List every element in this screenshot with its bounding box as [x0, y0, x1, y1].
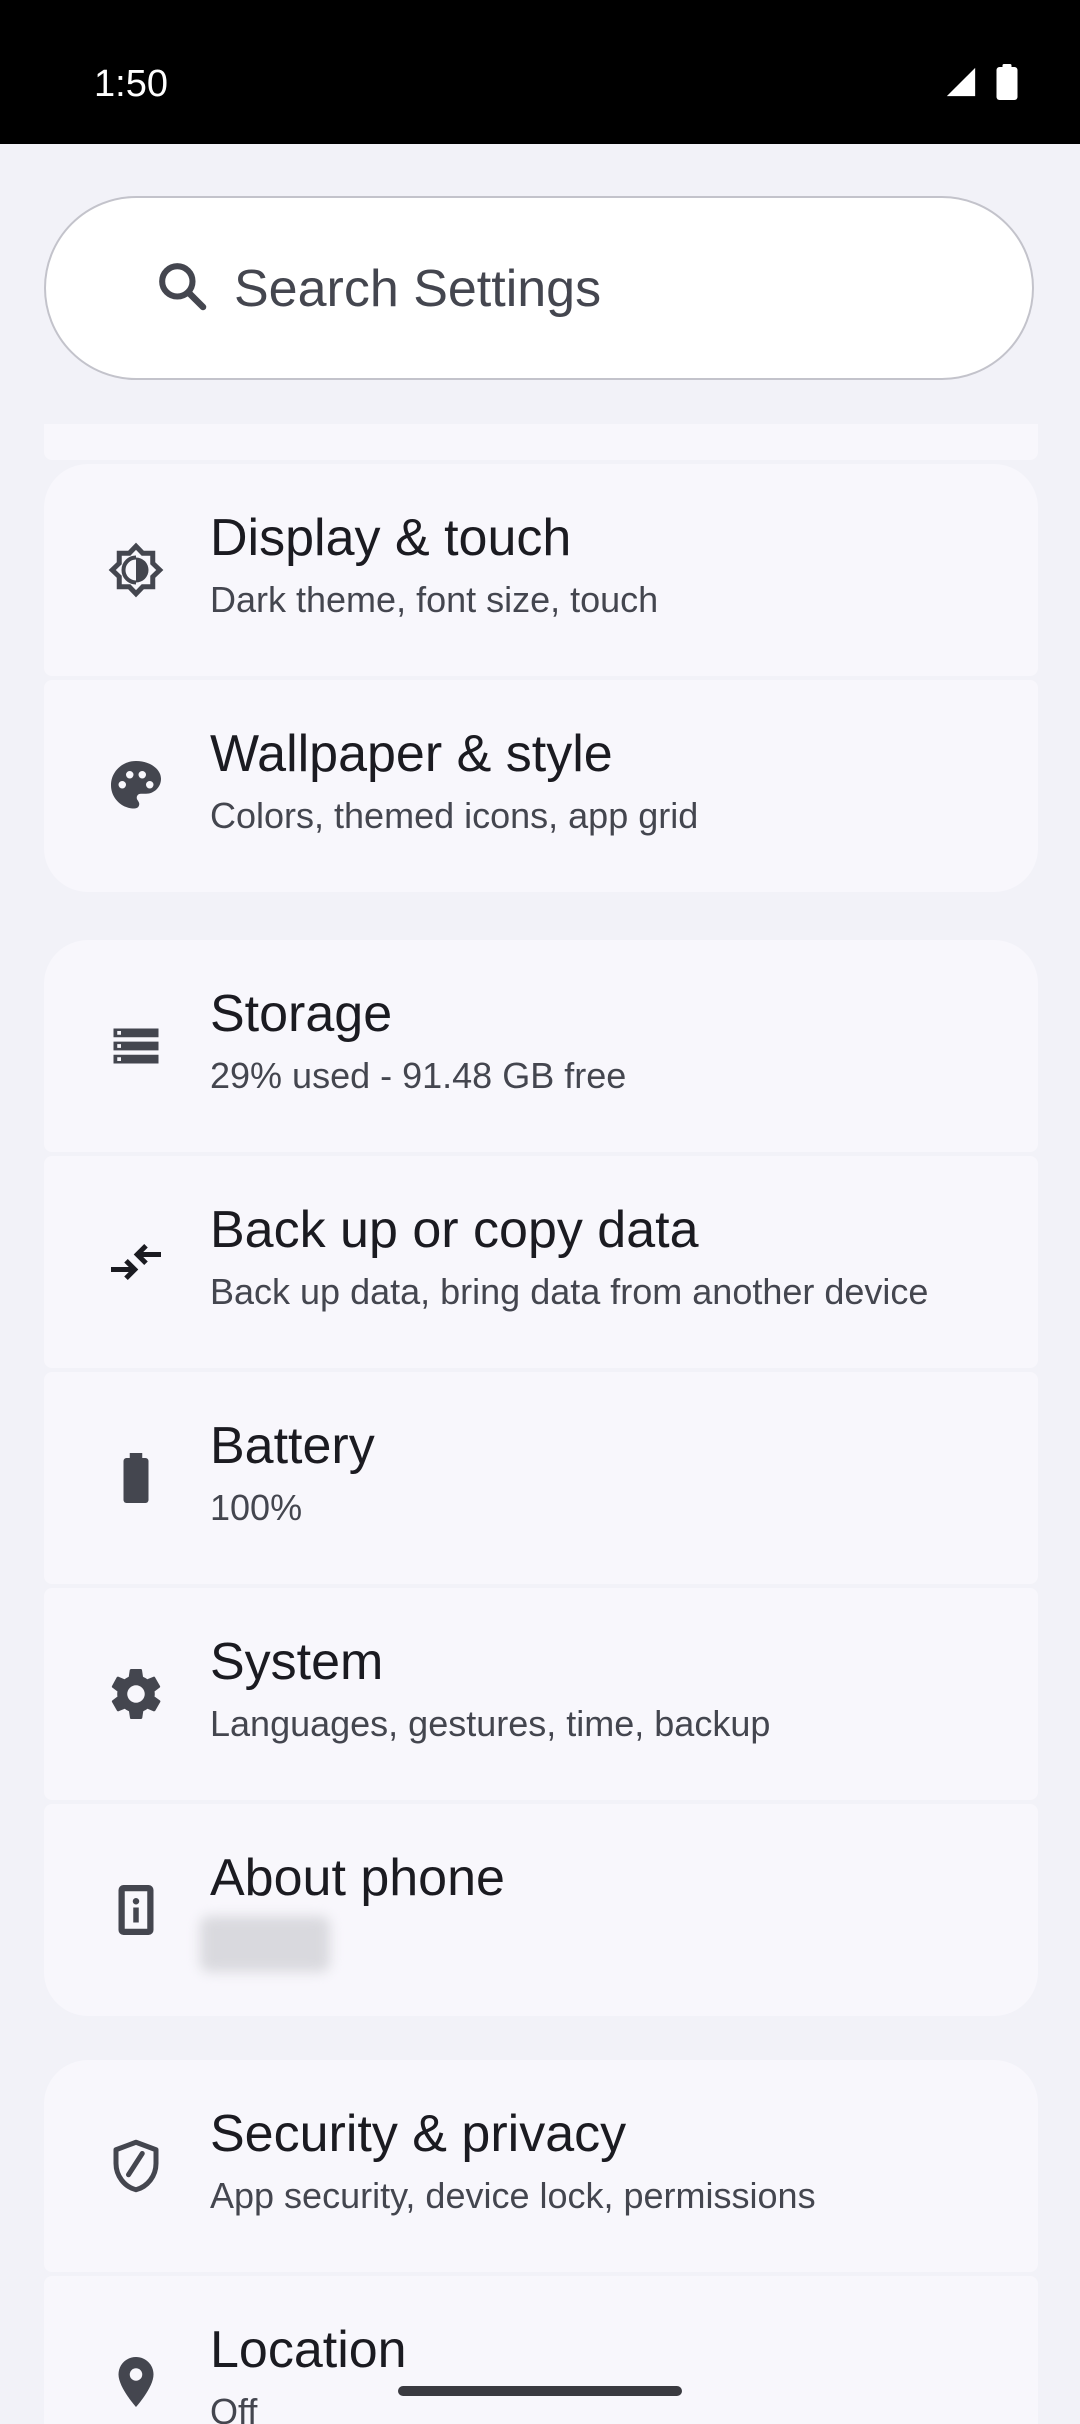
settings-item-title: Back up or copy data — [210, 1201, 699, 1259]
settings-item-title: Battery — [210, 1417, 375, 1475]
settings-item-title: System — [210, 1633, 384, 1691]
settings-item-display-touch[interactable]: Display & touch Dark theme, font size, t… — [44, 464, 1038, 676]
settings-item-subtitle: Languages, gestures, time, backup — [210, 1703, 771, 1744]
settings-list[interactable]: Display & touch Dark theme, font size, t… — [0, 424, 1080, 2424]
palette-icon — [111, 761, 161, 809]
search-bar[interactable]: Search Settings — [44, 196, 1034, 380]
settings-item-title: Display & touch — [210, 509, 572, 567]
settings-item-system[interactable]: System Languages, gestures, time, backup — [44, 1588, 1038, 1800]
settings-item-subtitle: 100% — [210, 1487, 303, 1528]
settings-item-subtitle: Colors, themed icons, app grid — [210, 795, 699, 836]
status-bar: 1:50 — [0, 0, 1080, 144]
shield-icon — [113, 2139, 159, 2193]
home-indicator[interactable] — [398, 2386, 682, 2396]
settings-item-title: Security & privacy — [210, 2105, 627, 2163]
settings-item-wallpaper-style[interactable]: Wallpaper & style Colors, themed icons, … — [44, 680, 1038, 892]
battery-icon — [123, 1453, 149, 1503]
settings-item-subtitle: App security, device lock, permissions — [210, 2175, 816, 2216]
settings-item-storage[interactable]: Storage 29% used - 91.48 GB free — [44, 940, 1038, 1152]
settings-item-title: Location — [210, 2321, 407, 2379]
settings-item-about-phone[interactable]: About phone — [44, 1804, 1038, 2016]
settings-item-battery[interactable]: Battery 100% — [44, 1372, 1038, 1584]
blurred-device-name — [200, 1916, 330, 1972]
settings-item-title: About phone — [210, 1849, 505, 1907]
settings-item-title: Wallpaper & style — [210, 725, 613, 783]
settings-item-location[interactable]: Location Off — [44, 2276, 1038, 2424]
settings-item-subtitle: Off — [210, 2391, 258, 2424]
phone-info-icon — [118, 1885, 154, 1935]
search-icon — [159, 263, 207, 311]
brightness-icon — [108, 542, 164, 598]
settings-item-subtitle: 29% used - 91.48 GB free — [210, 1055, 627, 1096]
signal-icon — [946, 67, 976, 97]
settings-item-subtitle: Dark theme, font size, touch — [210, 579, 659, 620]
transfer-icon — [111, 1243, 161, 1281]
search-input[interactable]: Search Settings — [234, 258, 601, 320]
partial-settings-item — [44, 424, 1038, 460]
settings-item-title: Storage — [210, 985, 393, 1043]
battery-icon — [996, 64, 1018, 100]
settings-item-subtitle: Back up data, bring data from another de… — [210, 1271, 929, 1312]
settings-item-backup-copy[interactable]: Back up or copy data Back up data, bring… — [44, 1156, 1038, 1368]
status-time: 1:50 — [94, 63, 168, 105]
status-icons — [944, 64, 1018, 100]
location-pin-icon — [118, 2357, 154, 2407]
settings-item-security-privacy[interactable]: Security & privacy App security, device … — [44, 2060, 1038, 2272]
storage-icon — [113, 1028, 159, 1064]
gear-icon — [111, 1669, 161, 1719]
